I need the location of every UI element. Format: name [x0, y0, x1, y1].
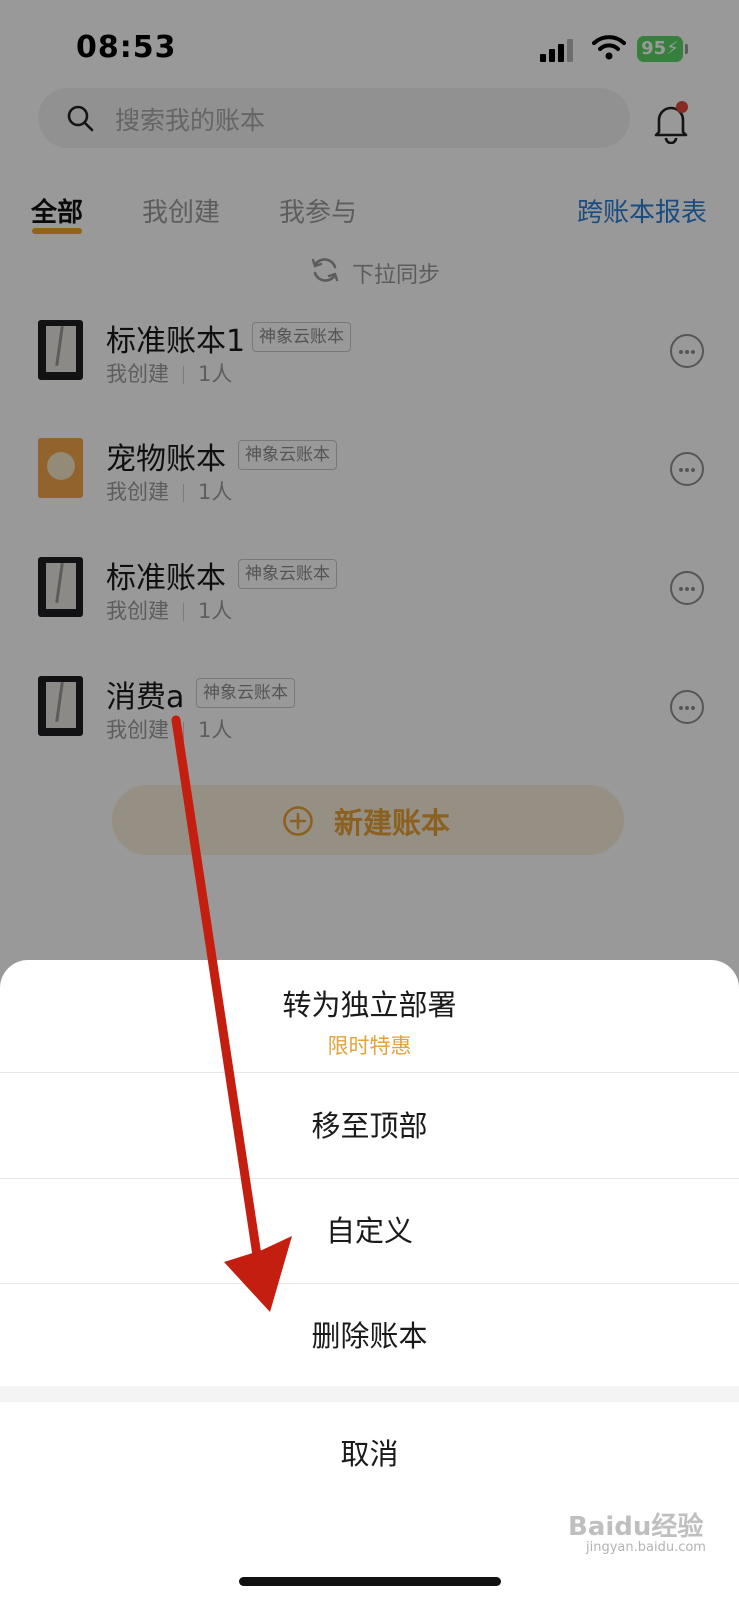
watermark-logo: Baidu经验	[568, 1512, 704, 1542]
watermark-site: jingyan.baidu.com	[586, 1540, 706, 1555]
limited-offer-tag: 限时特惠	[327, 1034, 412, 1058]
convert-standalone-label: 转为独立部署	[282, 988, 457, 1022]
move-to-top-label: 移至顶部	[311, 1109, 428, 1143]
move-to-top-button[interactable]: 移至顶部	[0, 1074, 739, 1179]
customize-label: 自定义	[325, 1214, 413, 1248]
customize-button[interactable]: 自定义	[0, 1179, 739, 1284]
action-sheet: 转为独立部署 限时特惠 移至顶部 自定义 删除账本 取消	[0, 960, 739, 1600]
cancel-button[interactable]: 取消	[0, 1402, 739, 1506]
cancel-label: 取消	[340, 1437, 399, 1471]
sheet-separator	[0, 1386, 739, 1402]
delete-book-button[interactable]: 删除账本	[0, 1284, 739, 1388]
convert-standalone-button[interactable]: 转为独立部署 限时特惠	[0, 960, 739, 1073]
home-indicator[interactable]	[239, 1577, 501, 1586]
delete-book-label: 删除账本	[311, 1319, 428, 1353]
